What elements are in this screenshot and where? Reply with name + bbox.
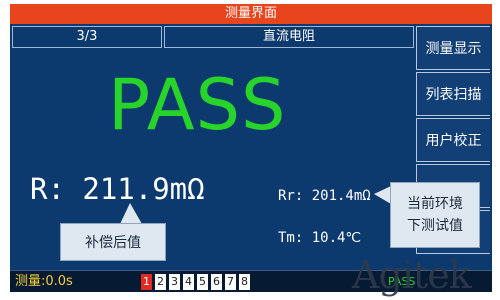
resistance-value: R: 211.9mΩ (30, 172, 205, 206)
channel-1-button[interactable]: 1 (141, 274, 152, 290)
screen-title: 测量界面 (10, 4, 492, 24)
channel-2-button[interactable]: 2 (155, 274, 166, 290)
menu-list-scan-button[interactable]: 列表扫描 (416, 72, 490, 116)
channel-6-button[interactable]: 6 (211, 274, 222, 290)
instrument-screen: 测量界面 3/3 直流电阻 测量显示 列表扫描 用户校正 PASS R: 211… (10, 4, 492, 292)
callout-environment-line2: 下测试值 (407, 218, 463, 234)
channel-8-button[interactable]: 8 (239, 274, 250, 290)
menu-user-calibration-button[interactable]: 用户校正 (416, 118, 490, 162)
page-indicator: 3/3 (12, 26, 162, 48)
callout-compensated-value: 补偿后值 (60, 223, 166, 261)
callout-environment-line1: 当前环境 (407, 196, 463, 212)
channel-7-button[interactable]: 7 (225, 274, 236, 290)
menu-measure-display-button[interactable]: 测量显示 (416, 26, 490, 70)
temperature-value: Tm: 10.4℃ (278, 230, 362, 246)
callout-environment-value: 当前环境 下测试值 (390, 182, 480, 248)
raw-resistance-value: Rr: 201.4mΩ (278, 188, 371, 204)
callout-tail-environment (374, 186, 391, 204)
measure-time-label: 测量:0.0s (15, 274, 73, 289)
mode-label[interactable]: 直流电阻 (164, 26, 414, 48)
channel-4-button[interactable]: 4 (183, 274, 194, 290)
agitek-watermark-logo: Agitek (352, 253, 472, 297)
channel-5-button[interactable]: 5 (197, 274, 208, 290)
callout-tail-compensated (120, 203, 142, 224)
result-pass-indicator: PASS (108, 64, 287, 146)
channel-3-button[interactable]: 3 (169, 274, 180, 290)
